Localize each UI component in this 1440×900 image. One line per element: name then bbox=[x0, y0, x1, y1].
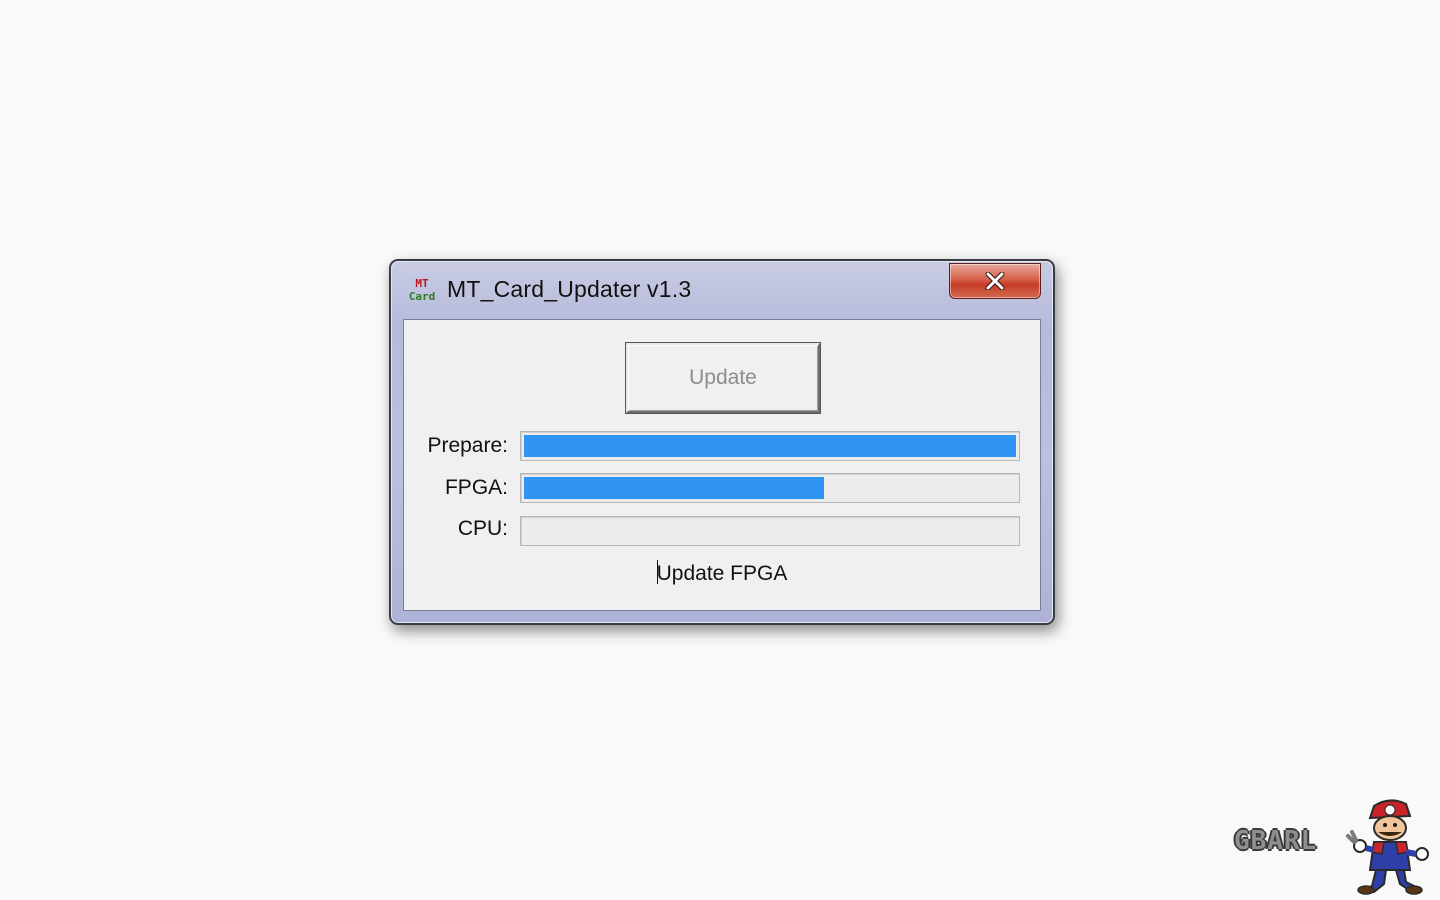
prepare-progress-bar bbox=[520, 431, 1020, 461]
app-icon-line1: MT bbox=[415, 277, 429, 290]
fpga-progress-bar bbox=[520, 473, 1020, 503]
watermark-text: GBARL bbox=[1234, 826, 1318, 856]
mt-card-app-icon[interactable]: MT Card bbox=[405, 277, 439, 305]
window-title: MT_Card_Updater v1.3 bbox=[447, 276, 692, 302]
status-text-container: Update FPGA bbox=[404, 560, 1040, 586]
prepare-label: Prepare: bbox=[427, 434, 508, 457]
desktop: MT Card MT_Card_Updater v1.3 Update Prep… bbox=[0, 0, 1440, 900]
fpga-progress-fill bbox=[524, 477, 824, 499]
mario-sprite-icon bbox=[1346, 799, 1429, 895]
app-icon-line2: Card bbox=[408, 290, 436, 303]
cpu-label: CPU: bbox=[457, 517, 508, 540]
close-icon bbox=[984, 272, 1006, 290]
title-bar[interactable]: MT Card MT_Card_Updater v1.3 bbox=[391, 261, 1053, 319]
fpga-label: FPGA: bbox=[444, 476, 508, 499]
update-button[interactable]: Update bbox=[626, 343, 820, 413]
prepare-progress-fill bbox=[524, 435, 1016, 457]
cpu-progress-bar bbox=[520, 516, 1020, 546]
close-button[interactable] bbox=[949, 263, 1041, 299]
status-text: Update FPGA bbox=[656, 562, 788, 585]
updater-window: MT Card MT_Card_Updater v1.3 Update Prep… bbox=[389, 259, 1055, 625]
watermark-logo: GBARL bbox=[1232, 796, 1436, 896]
client-area: Update Prepare: FPGA: CPU: Update FPGA bbox=[403, 319, 1041, 611]
